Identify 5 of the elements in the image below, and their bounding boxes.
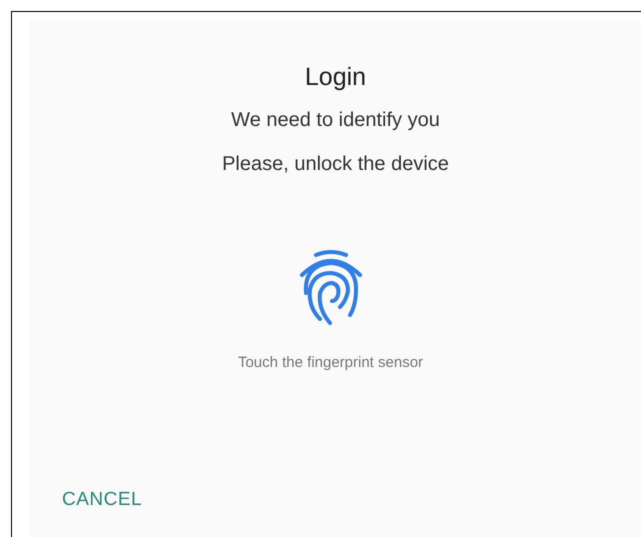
hint-text: Touch the fingerprint sensor — [238, 353, 424, 373]
dialog-description: Please, unlock the device — [222, 152, 449, 177]
dialog-subtitle: We need to identify you — [231, 108, 440, 133]
dialog-title: Login — [304, 62, 366, 92]
cancel-button[interactable]: CANCEL — [62, 482, 142, 518]
